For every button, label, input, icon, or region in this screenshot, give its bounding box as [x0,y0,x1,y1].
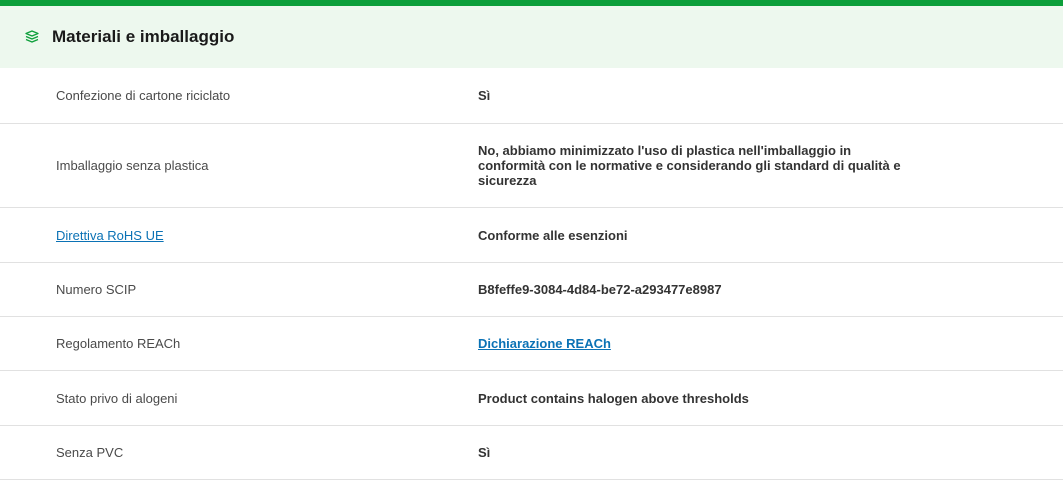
reach-declaration-link[interactable]: Dichiarazione REACh [478,336,611,351]
spec-label: Senza PVC [56,445,124,460]
spec-row-rohs: Direttiva RoHS UE Conforme alle esenzion… [0,208,1063,263]
spec-value: Sì [478,445,491,460]
spec-label: Numero SCIP [56,282,137,297]
spec-row-scip: Numero SCIP B8feffe9-3084-4d84-be72-a293… [0,263,1063,317]
spec-label: Imballaggio senza plastica [56,158,209,173]
product-spec-section: Materiali e imballaggio Confezione di ca… [0,0,1063,480]
spec-row-recycled-cardboard: Confezione di cartone riciclato Sì [0,68,1063,124]
spec-value: No, abbiamo minimizzato l'uso di plastic… [478,143,901,188]
spec-value: Product contains halogen above threshold… [478,390,749,406]
spec-label: Confezione di cartone riciclato [56,88,231,103]
spec-value: B8feffe9-3084-4d84-be72-a293477e8987 [478,282,722,297]
spec-value: Conforme alle esenzioni [478,227,628,243]
section-title: Materiali e imballaggio [52,27,235,46]
rohs-directive-link[interactable]: Direttiva RoHS UE [56,228,164,243]
section-header[interactable]: Materiali e imballaggio [0,6,1063,68]
spec-label: Regolamento REACh [56,336,181,351]
spec-row-reach: Regolamento REACh Dichiarazione REACh [0,317,1063,371]
layers-icon [24,29,40,45]
spec-row-halogen-free: Stato privo di alogeni Product contains … [0,371,1063,426]
spec-value: Sì [478,88,491,103]
spec-row-plastic-free: Imballaggio senza plastica No, abbiamo m… [0,124,1063,208]
spec-row-pvc-free: Senza PVC Sì [0,426,1063,480]
spec-label: Stato privo di alogeni [56,390,178,406]
